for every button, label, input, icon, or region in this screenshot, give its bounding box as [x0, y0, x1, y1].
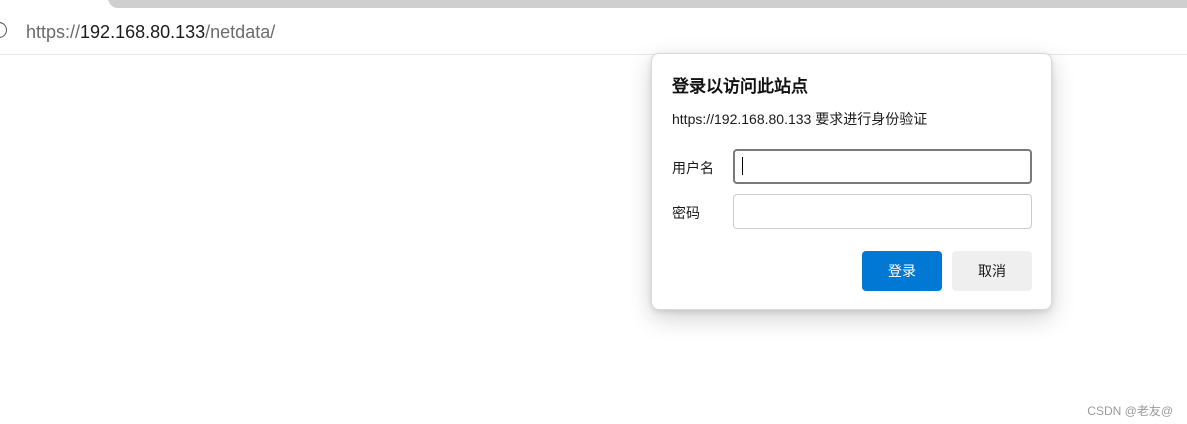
- address-bar[interactable]: https://192.168.80.133/netdata/: [0, 12, 1187, 55]
- username-label: 用户名: [672, 160, 714, 176]
- dialog-subtitle: https://192.168.80.133 要求进行身份验证: [672, 111, 928, 127]
- login-button[interactable]: 登录: [862, 251, 942, 291]
- url-path: /netdata/: [205, 22, 276, 42]
- tab-strip: [0, 0, 1187, 12]
- auth-dialog: 登录以访问此站点 https://192.168.80.133 要求进行身份验证…: [651, 53, 1052, 310]
- url-host: 192.168.80.133: [80, 22, 206, 42]
- site-info-icon[interactable]: [0, 22, 7, 38]
- text-caret: [742, 157, 743, 175]
- watermark: CSDN @老友@: [1087, 404, 1173, 418]
- username-input[interactable]: [733, 149, 1032, 184]
- url-scheme: https://: [26, 22, 81, 42]
- tab-strip-background: [108, 0, 1187, 8]
- password-label: 密码: [672, 205, 700, 221]
- url-text[interactable]: https://192.168.80.133/netdata/: [26, 20, 275, 44]
- dialog-title: 登录以访问此站点: [672, 77, 808, 96]
- password-input[interactable]: [733, 194, 1032, 229]
- cancel-button[interactable]: 取消: [952, 251, 1032, 291]
